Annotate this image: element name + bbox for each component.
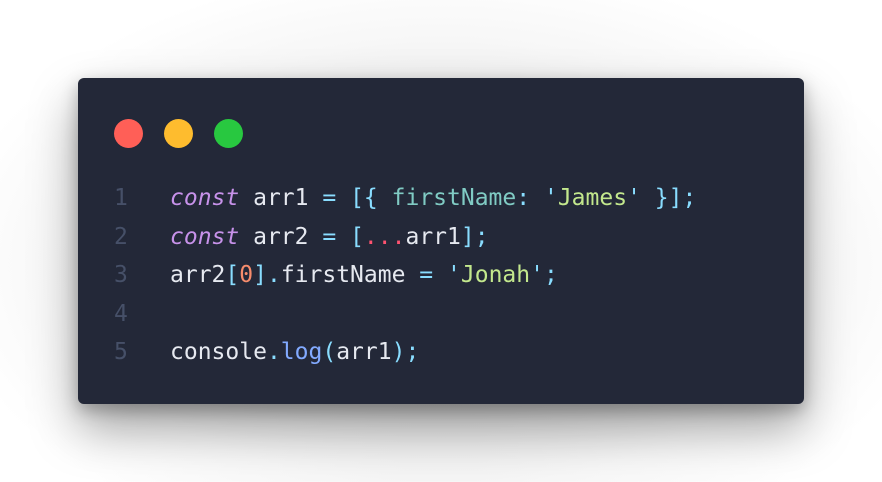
code-token: : [516,185,531,211]
code-token: = [322,185,337,211]
code-token: 0 [239,262,254,288]
code-token: }] [654,185,683,211]
code-window: 1 const arr1 = [{ firstName: 'James' }]; 2… [78,78,804,404]
line-source: console.log(arr1); [170,333,419,372]
code-token: arr1 [239,185,323,211]
code-token: [{ [350,185,378,211]
code-token: log [280,339,323,365]
minimize-dot-icon[interactable] [164,119,193,148]
code-token: ; [682,185,697,211]
line-number: 2 [114,223,128,250]
code-token: firstName [391,185,517,211]
code-token: ' [627,185,641,211]
code-token: Jonah [460,262,531,288]
code-token: . [266,339,281,365]
code-token: ' [447,262,461,288]
code-line: 5 console.log(arr1); [114,333,696,372]
code-token: arr2 [170,262,226,288]
code-token: const [170,223,240,250]
code-token: James [557,185,628,211]
code-token: ' [530,262,544,288]
code-token: arr1 [405,223,461,250]
zoom-dot-icon[interactable] [214,119,243,148]
code-token: ' [543,185,558,211]
code-token: ); [391,339,420,365]
code-token: arr1 [336,339,392,365]
code-line: 2 const arr2 = [...arr1]; [114,218,696,257]
code-token: [ [225,262,240,288]
code-token: console [170,339,267,365]
code-token: = [419,262,434,288]
code-token: arr2 [239,223,323,250]
code-token: ]. [253,262,281,288]
code-block: 1 const arr1 = [{ firstName: 'James' }]; 2… [114,179,696,372]
line-number: 5 [114,339,128,365]
line-source: const arr2 = [...arr1]; [170,218,489,257]
line-number: 3 [114,262,128,288]
code-token: ]; [460,223,489,250]
line-number: 4 [114,300,128,327]
code-token: ; [543,262,558,288]
line-source: arr2[0].firstName = 'Jonah'; [170,256,558,295]
code-token: ( [322,339,337,365]
code-line: 1 const arr1 = [{ firstName: 'James' }]; [114,179,696,218]
close-dot-icon[interactable] [114,119,143,148]
code-token: firstName [280,262,406,288]
code-line: 3 arr2[0].firstName = 'Jonah'; [114,256,696,295]
line-source: const arr1 = [{ firstName: 'James' }]; [170,179,696,218]
line-number: 1 [114,185,128,211]
code-token: = [322,223,337,250]
code-token: ... [363,223,406,250]
code-line: 4 [114,295,696,334]
code-token: const [170,185,240,211]
code-token: [ [350,223,364,250]
